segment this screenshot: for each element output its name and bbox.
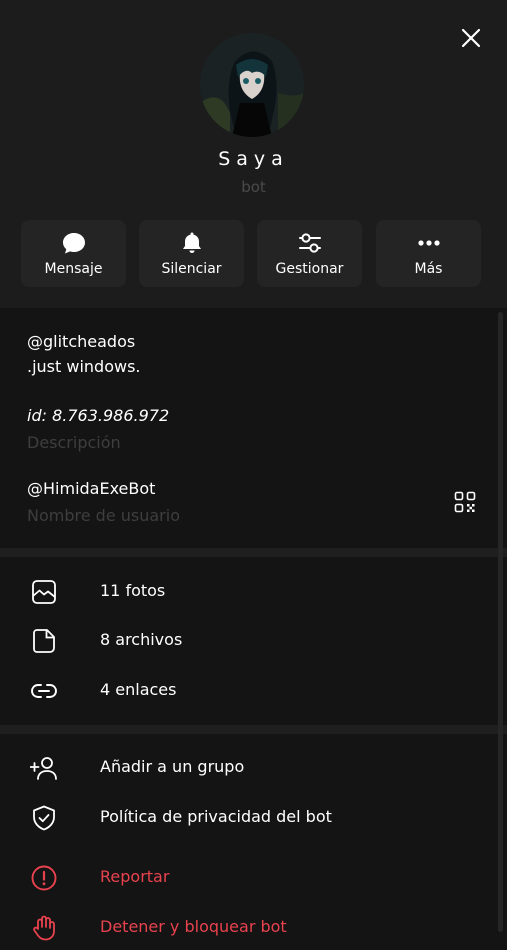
shield-icon [33, 805, 55, 831]
bot-actions-section: Añadir a un grupo Política de privacidad… [0, 734, 507, 950]
photos-row[interactable]: 11 fotos [0, 568, 507, 614]
bio-line-1[interactable]: @glitcheados [27, 332, 135, 351]
files-label: 8 archivos [100, 630, 183, 649]
photos-label: 11 fotos [100, 581, 166, 600]
action-buttons: Mensaje Silenciar Gestionar Más [21, 220, 481, 287]
bio-line-2: .just windows. [27, 357, 141, 376]
sliders-icon [298, 233, 321, 253]
info-section: @glitcheados .just windows. id: 8.763.98… [0, 308, 507, 548]
username[interactable]: @HimidaExeBot [27, 479, 155, 498]
add-user-icon [30, 757, 57, 780]
avatar[interactable] [200, 33, 304, 137]
manage-button[interactable]: Gestionar [257, 220, 362, 287]
section-divider [0, 725, 507, 734]
report-label: Reportar [100, 867, 170, 886]
message-label: Mensaje [44, 261, 103, 277]
bio-id: id: 8.763.986.972 [27, 406, 170, 425]
avatar-image [200, 33, 304, 137]
privacy-policy-row[interactable]: Política de privacidad del bot [0, 794, 507, 840]
add-to-group-label: Añadir a un grupo [100, 757, 245, 776]
profile-header: Saya bot Mensaje Silenciar Gestionar Más [0, 0, 507, 308]
shared-media-section: 11 fotos 8 archivos 4 enlaces [0, 557, 507, 725]
mute-button[interactable]: Silenciar [139, 220, 244, 287]
more-button[interactable]: Más [376, 220, 481, 287]
photo-icon [32, 580, 56, 604]
files-row[interactable]: 8 archivos [0, 617, 507, 663]
more-label: Más [414, 261, 443, 277]
file-icon [33, 629, 55, 653]
section-divider [0, 548, 507, 557]
bio-caption: Descripción [27, 433, 121, 452]
qr-code-icon [454, 491, 476, 513]
report-icon [31, 865, 57, 891]
chat-bubble-icon [62, 233, 85, 254]
manage-label: Gestionar [275, 261, 344, 277]
close-icon [461, 28, 481, 48]
mute-label: Silenciar [161, 261, 222, 277]
qr-code-button[interactable] [454, 491, 476, 513]
stop-block-label: Detener y bloquear bot [100, 917, 287, 936]
message-button[interactable]: Mensaje [21, 220, 126, 287]
report-row[interactable]: Reportar [0, 854, 507, 900]
links-row[interactable]: 4 enlaces [0, 667, 507, 713]
add-to-group-row[interactable]: Añadir a un grupo [0, 744, 507, 790]
username-caption: Nombre de usuario [27, 506, 180, 525]
close-button[interactable] [455, 22, 487, 54]
link-icon [31, 684, 57, 698]
profile-subtitle: bot [241, 178, 266, 196]
bell-icon [182, 232, 201, 253]
profile-name: Saya [218, 148, 289, 170]
stop-block-row[interactable]: Detener y bloquear bot [0, 904, 507, 950]
scrollbar[interactable] [498, 312, 503, 932]
bot-profile-panel: Saya bot Mensaje Silenciar Gestionar Más… [0, 0, 507, 950]
more-dots-icon [417, 240, 440, 246]
hand-stop-icon [33, 915, 55, 941]
links-label: 4 enlaces [100, 680, 177, 699]
privacy-policy-label: Política de privacidad del bot [100, 807, 332, 826]
